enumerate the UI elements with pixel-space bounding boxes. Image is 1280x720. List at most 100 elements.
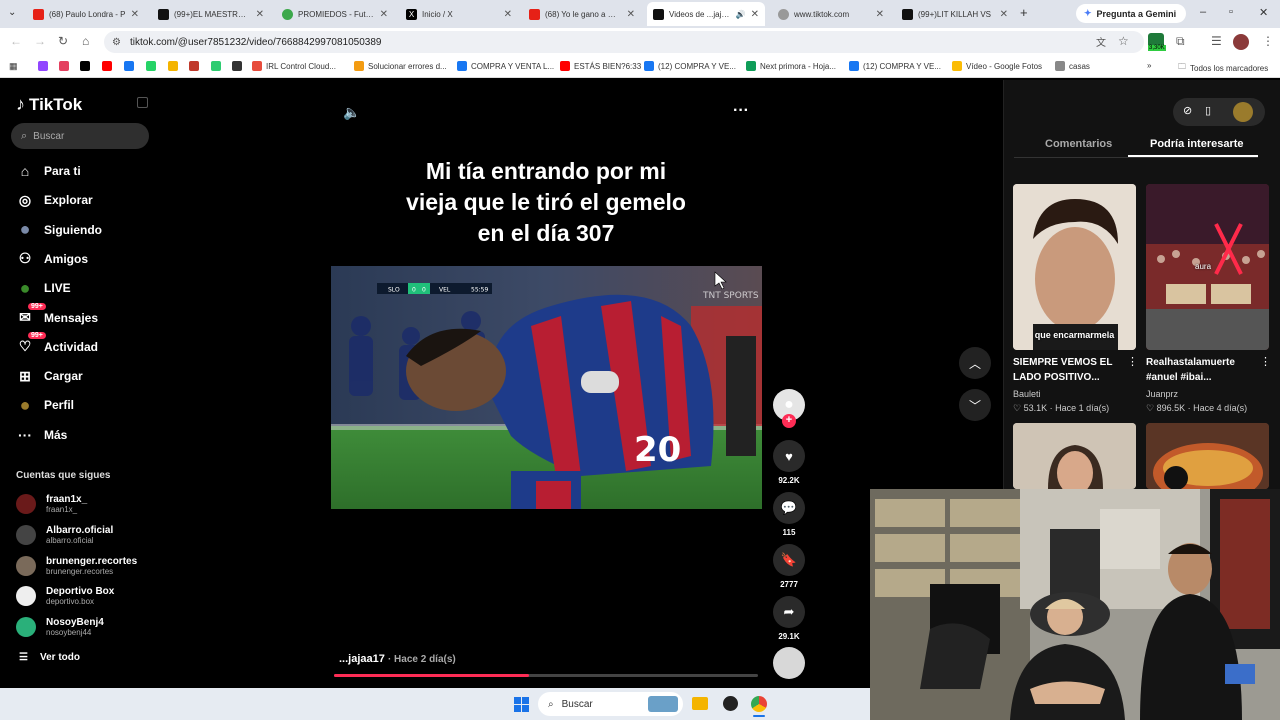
save-button[interactable]: 🔖 2777 <box>773 544 805 589</box>
card-more-icon[interactable]: ⋮ <box>1260 355 1271 368</box>
close-tab-icon[interactable]: ✕ <box>751 9 759 20</box>
suggested-video-card[interactable] <box>1146 423 1269 489</box>
bookmark-item[interactable] <box>124 61 134 71</box>
see-all-link[interactable]: ☰ Ver todo <box>19 652 80 663</box>
video-progress-bar[interactable] <box>334 674 758 677</box>
bookmarks-overflow-icon[interactable]: » <box>1147 61 1151 70</box>
suggested-video-card[interactable]: aura <box>1146 184 1269 350</box>
author-avatar-action[interactable]: ● + <box>773 389 805 428</box>
bookmark-item[interactable] <box>146 61 156 71</box>
nav-item[interactable]: ◎ Explorar <box>16 191 93 209</box>
app-icon[interactable] <box>723 696 738 711</box>
card-more-icon[interactable]: ⋮ <box>1127 355 1138 368</box>
taskbar-search[interactable]: ⌕ Buscar <box>538 692 683 716</box>
gemini-button[interactable]: ✦ Pregunta a Gemini <box>1076 4 1186 23</box>
bookmark-item[interactable] <box>102 61 112 71</box>
phone-icon[interactable]: ▯ <box>1205 104 1211 117</box>
suggested-video-card[interactable] <box>1013 423 1136 489</box>
bookmark-item[interactable]: COMPRA Y VENTA L... <box>457 61 554 71</box>
apps-grid-icon[interactable]: ▦ <box>9 61 18 72</box>
suggested-title[interactable]: Realhastalamuerte #anuel #ibai... <box>1146 355 1261 385</box>
audio-playing-icon[interactable]: 🔊 <box>736 10 746 19</box>
close-tab-icon[interactable]: ✕ <box>504 9 512 20</box>
nav-item[interactable]: ● LIVE <box>16 278 71 298</box>
bookmark-item[interactable]: (12) COMPRA Y VE... <box>849 61 941 71</box>
suggested-video-card[interactable]: que encarmarmela <box>1013 184 1136 350</box>
bookmark-item[interactable]: ESTÁS BIEN?6:33 <box>560 61 641 71</box>
bookmark-item[interactable] <box>189 61 199 71</box>
browser-tab[interactable]: www.tiktok.com ✕ <box>772 4 890 24</box>
bookmark-star-icon[interactable]: ☆ <box>1118 34 1129 48</box>
follow-plus-icon[interactable]: + <box>782 414 796 428</box>
maximize-button[interactable]: ▫ <box>1229 6 1233 18</box>
user-avatar[interactable] <box>1233 102 1253 122</box>
compass-icon[interactable]: ⊘ <box>1183 104 1192 117</box>
followed-account[interactable]: brunenger.recortes brunenger.recortes <box>16 555 137 576</box>
close-tab-icon[interactable]: ✕ <box>1000 9 1008 20</box>
close-tab-icon[interactable]: ✕ <box>256 9 264 20</box>
video-player[interactable]: 20 SLO 0 0 VEL 55:59 TNT SPORTS <box>331 266 762 509</box>
followed-account[interactable]: Albarro.oficial albarro.oficial <box>16 524 113 545</box>
comment-button[interactable]: 💬 115 <box>773 492 805 537</box>
browser-tab[interactable]: X Inicio / X ✕ <box>400 4 518 24</box>
nav-item[interactable]: ● Perfil <box>16 395 74 415</box>
bookmark-item[interactable]: Solucionar errores d... <box>354 61 447 71</box>
browser-tab[interactable]: (99+)EL MAESTRO DE ✕ <box>152 4 270 24</box>
video-author[interactable]: ...jajaa17 · Hace 2 día(s) <box>339 653 456 665</box>
like-button[interactable]: ♥ 92.2K <box>773 440 805 485</box>
sound-avatar[interactable] <box>773 647 805 679</box>
bookmark-item[interactable] <box>232 61 242 71</box>
next-video-button[interactable]: ﹀ <box>959 389 991 421</box>
close-tab-icon[interactable]: ✕ <box>380 9 388 20</box>
bookmark-item[interactable] <box>38 61 48 71</box>
minimize-button[interactable]: – <box>1200 6 1206 18</box>
bookmark-item[interactable]: casas <box>1055 61 1090 71</box>
close-tab-icon[interactable]: ✕ <box>876 9 884 20</box>
tiktok-logo[interactable]: ♪ TikTok <box>16 94 82 115</box>
nav-item[interactable]: ⚇ Amigos <box>16 250 88 268</box>
browser-tab[interactable]: (68) Paulo Londra - P ✕ <box>27 4 145 24</box>
home-icon[interactable]: ⌂ <box>82 34 89 48</box>
bookmark-item[interactable]: Vídeo - Google Fotos <box>952 61 1042 71</box>
profile-avatar[interactable] <box>1233 34 1249 50</box>
nav-item[interactable]: ● Siguiendo <box>16 219 102 239</box>
nav-item[interactable]: ♡ 99+ Actividad <box>16 331 98 356</box>
previous-video-button[interactable]: ︿ <box>959 347 991 379</box>
nav-item[interactable]: ✉ 99+ Mensajes <box>16 302 98 327</box>
bookmark-item[interactable]: Next primora - Hoja... <box>746 61 836 71</box>
browser-tab[interactable]: PROMIEDOS - Futbol ✕ <box>276 4 394 24</box>
bookmark-item[interactable] <box>59 61 69 71</box>
all-bookmarks[interactable]: 🗀 Todos los marcadores <box>1178 61 1268 75</box>
followed-account[interactable]: fraan1x_ fraan1x_ <box>16 494 87 514</box>
tab-search-list-icon[interactable]: ☰ <box>1211 34 1222 48</box>
browser-tab[interactable]: (68) Yo le gano a Gen ✕ <box>523 4 641 24</box>
suggested-author[interactable]: Juanprz <box>1146 389 1178 399</box>
share-button[interactable]: ➦ 29.1K <box>773 596 805 641</box>
followed-account[interactable]: Deportivo Box deportivo.box <box>16 586 114 607</box>
file-explorer-icon[interactable] <box>692 697 708 710</box>
suggested-author[interactable]: Bauleti <box>1013 389 1041 399</box>
bookmark-item[interactable]: (12) COMPRA Y VE... <box>644 61 736 71</box>
menu-dots-icon[interactable]: ⋮ <box>1262 34 1274 48</box>
site-info-icon[interactable]: ⚙ <box>112 37 121 48</box>
forward-icon[interactable]: → <box>34 34 46 48</box>
tab-comments[interactable]: Comentarios <box>1045 138 1112 150</box>
browser-tab[interactable]: Videos de ...jajaa1 🔊 ✕ <box>647 2 765 26</box>
extensions-puzzle-icon[interactable]: ⧉ <box>1176 34 1185 49</box>
nav-item[interactable]: ··· Más <box>16 426 67 444</box>
tab-suggested[interactable]: Podría interesarte <box>1150 138 1244 150</box>
collapse-sidebar-icon[interactable] <box>137 97 148 108</box>
translate-icon[interactable]: 文 <box>1096 34 1106 49</box>
new-tab-button[interactable]: + <box>1020 5 1028 20</box>
nav-item[interactable]: ⌂ Para ti <box>16 162 81 180</box>
windows-start-icon[interactable] <box>514 697 529 712</box>
bookmark-item[interactable]: IRL Control Cloud... <box>252 61 336 71</box>
close-tab-icon[interactable]: ✕ <box>627 9 635 20</box>
tab-search-icon[interactable]: ⌄ <box>8 7 16 18</box>
back-icon[interactable]: ← <box>10 34 22 48</box>
bookmark-item[interactable] <box>211 61 221 71</box>
close-window-button[interactable]: ✕ <box>1259 6 1268 19</box>
address-bar[interactable]: ⚙ tiktok.com/@user7851232/video/76688429… <box>104 31 1144 53</box>
bookmark-item[interactable] <box>80 61 90 71</box>
chrome-icon[interactable] <box>751 696 767 712</box>
